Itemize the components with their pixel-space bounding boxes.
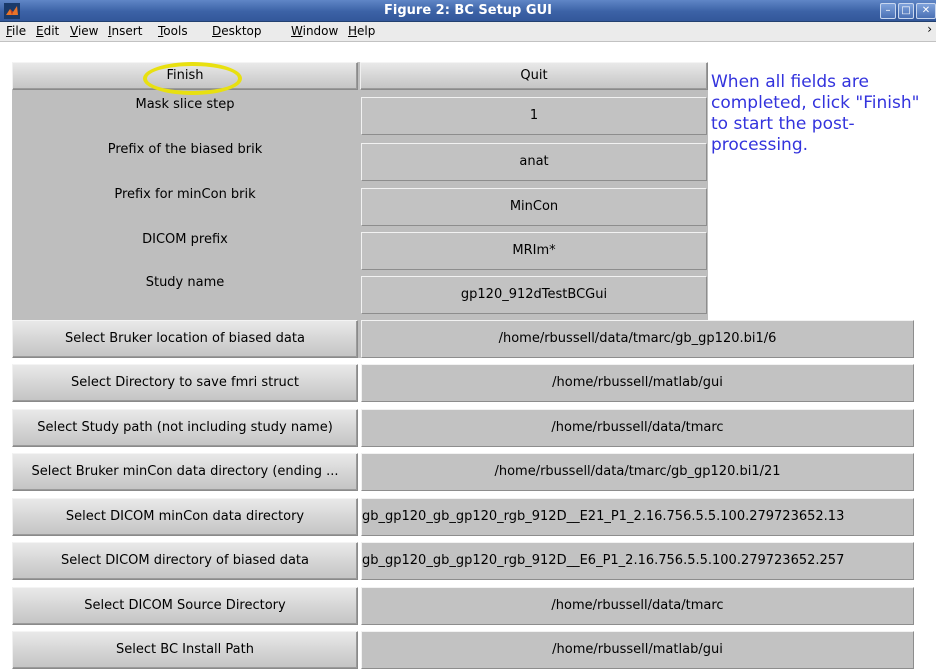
select-dicom-biased-button[interactable]: Select DICOM directory of biased data [12,542,358,580]
study-path-field[interactable]: /home/rbussell/data/tmarc [361,409,914,447]
select-bruker-mincon-button[interactable]: Select Bruker minCon data directory (end… [12,453,358,491]
menu-tools[interactable]: Tools [158,24,188,38]
field-label-mincon-prefix: Prefix for minCon brik [114,187,256,202]
quit-button[interactable]: Quit [360,62,708,90]
mask-slice-step-field[interactable]: 1 [361,97,707,135]
select-fmri-struct-dir-button[interactable]: Select Directory to save fmri struct [12,364,358,402]
bruker-biased-path-field[interactable]: /home/rbussell/data/tmarc/gb_gp120.bi1/6 [361,320,914,358]
select-bruker-biased-button[interactable]: Select Bruker location of biased data [12,320,358,358]
dicom-source-dir-field[interactable]: /home/rbussell/data/tmarc [361,587,914,625]
menu-edit[interactable]: Edit [36,24,59,38]
dicom-mincon-dir-field[interactable]: gb_gp120_gb_gp120_rgb_912D__E21_P1_2.16.… [361,498,914,536]
menu-window[interactable]: Window [291,24,338,38]
field-label-study-name: Study name [145,275,225,290]
menu-insert[interactable]: Insert [108,24,142,38]
field-label-mask-slice-step: Mask slice step [135,97,235,112]
menu-desktop[interactable]: Desktop [212,24,262,38]
menu-view[interactable]: View [70,24,98,38]
instruction-note: When all fields are completed, click "Fi… [711,72,920,155]
mincon-prefix-field[interactable]: MinCon [361,188,707,226]
maximize-icon[interactable]: □ [898,3,914,19]
bruker-mincon-path-field[interactable]: /home/rbussell/data/tmarc/gb_gp120.bi1/2… [361,453,914,491]
bc-install-path-field[interactable]: /home/rbussell/matlab/gui [361,631,914,669]
field-label-biased-prefix: Prefix of the biased brik [107,142,263,157]
title-bar: Figure 2: BC Setup GUI – □ ✕ [0,0,936,22]
menu-help[interactable]: Help [348,24,375,38]
fmri-struct-dir-field[interactable]: /home/rbussell/matlab/gui [361,364,914,402]
select-dicom-mincon-button[interactable]: Select DICOM minCon data directory [12,498,358,536]
select-dicom-source-button[interactable]: Select DICOM Source Directory [12,587,358,625]
finish-button[interactable]: Finish [12,62,358,90]
study-name-field[interactable]: gp120_912dTestBCGui [361,276,707,314]
dicom-biased-dir-field[interactable]: gb_gp120_gb_gp120_rgb_912D__E6_P1_2.16.7… [361,542,914,580]
menu-overflow-icon[interactable]: › [927,22,932,36]
window-title: Figure 2: BC Setup GUI [384,3,552,18]
select-bc-install-path-button[interactable]: Select BC Install Path [12,631,358,669]
minimize-icon[interactable]: – [880,3,896,19]
close-icon[interactable]: ✕ [916,3,936,19]
biased-prefix-field[interactable]: anat [361,143,707,181]
figure-area: Finish Quit When all fields are complete… [0,42,936,672]
dicom-prefix-field[interactable]: MRIm* [361,232,707,270]
menu-bar: File Edit View Insert Tools Desktop Wind… [0,22,936,42]
menu-file[interactable]: File [6,24,26,38]
field-label-dicom-prefix: DICOM prefix [142,232,228,247]
select-study-path-button[interactable]: Select Study path (not including study n… [12,409,358,447]
